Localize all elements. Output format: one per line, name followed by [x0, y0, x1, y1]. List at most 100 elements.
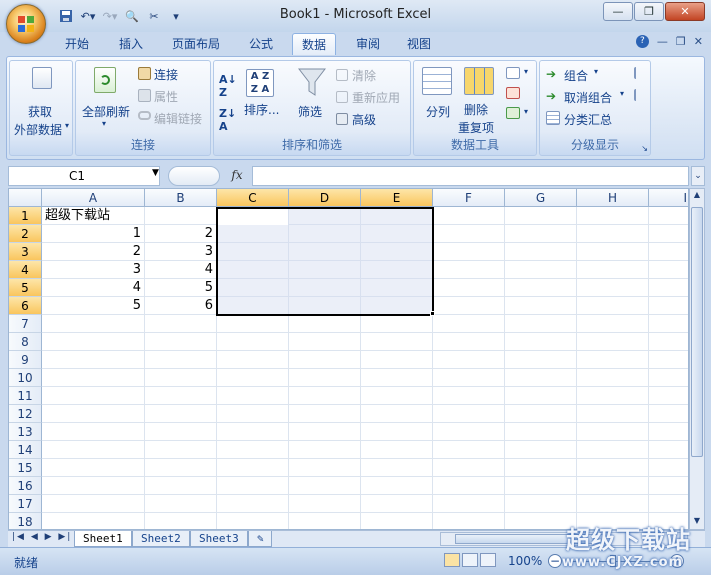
- cell-a6[interactable]: 5: [42, 297, 145, 315]
- remove-duplicates-label-1[interactable]: 删除: [464, 101, 488, 118]
- get-external-data-label-2[interactable]: 外部数据: [14, 121, 62, 138]
- row-header-1[interactable]: 1: [9, 207, 42, 225]
- refresh-all-button[interactable]: 全部刷新: [82, 103, 130, 120]
- cell-g11[interactable]: [505, 387, 577, 405]
- cell-i5[interactable]: [649, 279, 688, 297]
- cell-g1[interactable]: [505, 207, 577, 225]
- dialog-launcher-icon[interactable]: ↘: [641, 144, 648, 153]
- consolidate-icon[interactable]: [506, 87, 520, 99]
- cell-e13[interactable]: [361, 423, 433, 441]
- cell-i3[interactable]: [649, 243, 688, 261]
- ribbon-restore-icon[interactable]: ❐: [676, 35, 686, 48]
- zoom-level[interactable]: 100%: [508, 554, 542, 568]
- cell-h1[interactable]: [577, 207, 649, 225]
- row-header-14[interactable]: 14: [9, 441, 42, 459]
- tab-home[interactable]: 开始: [56, 33, 98, 55]
- office-button[interactable]: [6, 4, 46, 44]
- cell-i9[interactable]: [649, 351, 688, 369]
- tab-page-layout[interactable]: 页面布局: [163, 33, 229, 55]
- cell-a13[interactable]: [42, 423, 145, 441]
- tab-insert[interactable]: 插入: [110, 33, 152, 55]
- cell-f6[interactable]: [433, 297, 505, 315]
- cell-f8[interactable]: [433, 333, 505, 351]
- cell-a7[interactable]: [42, 315, 145, 333]
- sort-descending-icon[interactable]: Z↓ A: [219, 107, 236, 133]
- row-header-18[interactable]: 18: [9, 513, 42, 529]
- cell-f7[interactable]: [433, 315, 505, 333]
- filter-button[interactable]: 筛选: [298, 103, 322, 120]
- advanced-button[interactable]: 高级: [352, 111, 376, 128]
- cell-g4[interactable]: [505, 261, 577, 279]
- cell-a4[interactable]: 3: [42, 261, 145, 279]
- ribbon-minimize-icon[interactable]: —: [657, 35, 668, 48]
- insert-sheet-icon[interactable]: ✎: [248, 531, 272, 547]
- cell-i14[interactable]: [649, 441, 688, 459]
- cell-f10[interactable]: [433, 369, 505, 387]
- cell-f9[interactable]: [433, 351, 505, 369]
- cell-c11[interactable]: [217, 387, 289, 405]
- insert-function-button[interactable]: fx: [226, 168, 248, 184]
- cell-g8[interactable]: [505, 333, 577, 351]
- cell-f11[interactable]: [433, 387, 505, 405]
- cell-a9[interactable]: [42, 351, 145, 369]
- expand-formula-icon[interactable]: ⌄: [691, 166, 705, 186]
- cell-h5[interactable]: [577, 279, 649, 297]
- subtotal-button[interactable]: 分类汇总: [564, 111, 612, 128]
- cell-f17[interactable]: [433, 495, 505, 513]
- cell-e18[interactable]: [361, 513, 433, 529]
- column-header-i[interactable]: I: [649, 189, 688, 207]
- cell-a8[interactable]: [42, 333, 145, 351]
- cell-b13[interactable]: [145, 423, 217, 441]
- row-header-10[interactable]: 10: [9, 369, 42, 387]
- cell-i1[interactable]: [649, 207, 688, 225]
- column-header-c[interactable]: C: [217, 189, 289, 207]
- row-header-12[interactable]: 12: [9, 405, 42, 423]
- sort-button[interactable]: 排序...: [244, 101, 279, 118]
- scroll-up-icon[interactable]: ▲: [691, 190, 703, 202]
- cell-c9[interactable]: [217, 351, 289, 369]
- row-header-9[interactable]: 9: [9, 351, 42, 369]
- sheet-tab-3[interactable]: Sheet3: [190, 531, 248, 547]
- cell-c13[interactable]: [217, 423, 289, 441]
- sheet-tab-1[interactable]: Sheet1: [74, 531, 132, 547]
- cell-g15[interactable]: [505, 459, 577, 477]
- cell-d13[interactable]: [289, 423, 361, 441]
- spreadsheet-grid[interactable]: A B C D E F G H I 1 超级下载站 2 1 2 3 2 3 4 3 4 5 4 5 6 5 6 7…: [8, 188, 689, 530]
- row-header-4[interactable]: 4: [9, 261, 42, 279]
- cell-h7[interactable]: [577, 315, 649, 333]
- cell-g10[interactable]: [505, 369, 577, 387]
- cell-h3[interactable]: [577, 243, 649, 261]
- sort-ascending-icon[interactable]: A↓ Z: [219, 73, 237, 99]
- cell-f3[interactable]: [433, 243, 505, 261]
- cell-g14[interactable]: [505, 441, 577, 459]
- row-header-5[interactable]: 5: [9, 279, 42, 297]
- cell-g3[interactable]: [505, 243, 577, 261]
- hide-detail-icon[interactable]: [634, 89, 646, 101]
- cell-b4[interactable]: 4: [145, 261, 217, 279]
- cell-a14[interactable]: [42, 441, 145, 459]
- cell-d10[interactable]: [289, 369, 361, 387]
- cell-g7[interactable]: [505, 315, 577, 333]
- cell-a17[interactable]: [42, 495, 145, 513]
- group-button[interactable]: 组合: [564, 67, 588, 84]
- cell-i11[interactable]: [649, 387, 688, 405]
- cell-a15[interactable]: [42, 459, 145, 477]
- sheet-nav-icons[interactable]: |◀ ◀ ▶ ▶|: [12, 532, 72, 542]
- cell-d14[interactable]: [289, 441, 361, 459]
- formula-input[interactable]: [252, 166, 689, 186]
- cell-a12[interactable]: [42, 405, 145, 423]
- cell-f13[interactable]: [433, 423, 505, 441]
- active-cell[interactable]: [218, 209, 288, 225]
- cell-h4[interactable]: [577, 261, 649, 279]
- cell-d18[interactable]: [289, 513, 361, 529]
- ungroup-button[interactable]: 取消组合: [564, 89, 612, 106]
- close-button[interactable]: ✕: [665, 2, 705, 21]
- cell-b15[interactable]: [145, 459, 217, 477]
- column-header-e[interactable]: E: [361, 189, 433, 207]
- dropdown-arrow-icon[interactable]: ▾: [65, 121, 69, 130]
- cell-h15[interactable]: [577, 459, 649, 477]
- cell-g6[interactable]: [505, 297, 577, 315]
- minimize-button[interactable]: —: [603, 2, 633, 21]
- cell-d12[interactable]: [289, 405, 361, 423]
- cell-c7[interactable]: [217, 315, 289, 333]
